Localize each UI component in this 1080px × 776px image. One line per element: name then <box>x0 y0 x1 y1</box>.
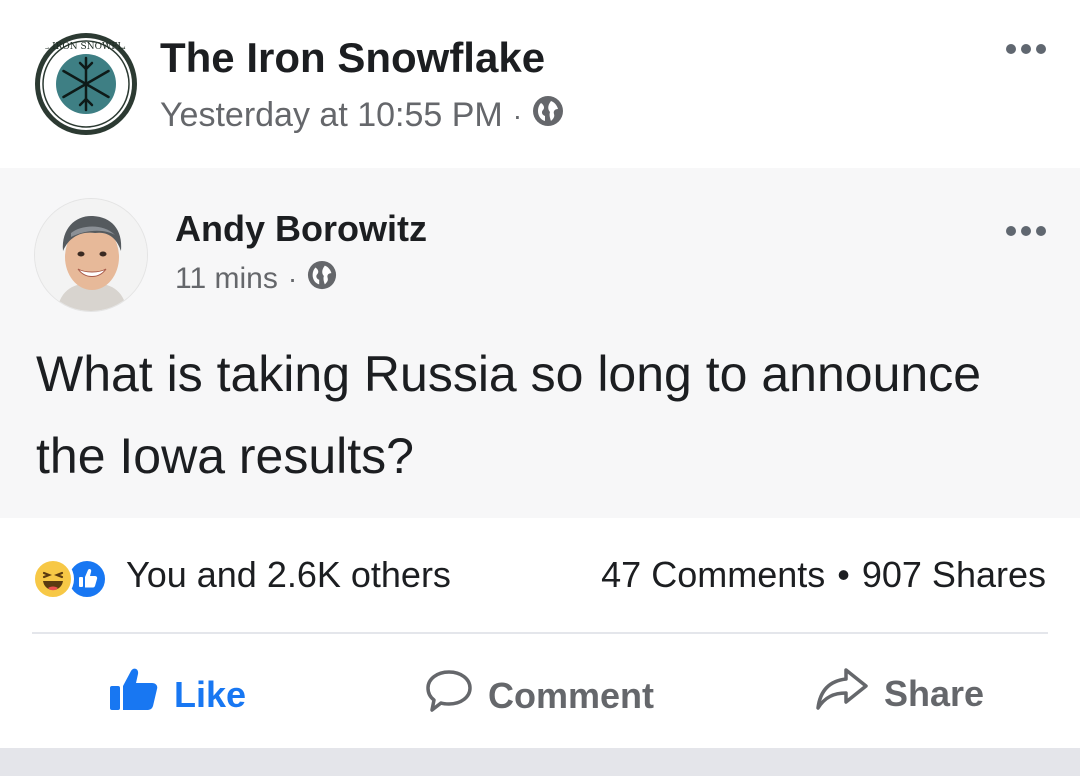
shares-count[interactable]: 907 Shares <box>862 554 1046 595</box>
share-arrow-icon <box>814 666 870 721</box>
shared-post[interactable]: Andy Borowitz 11 mins · What is taking R… <box>0 168 1080 518</box>
engagement-summary: You and 2.6K others 47 Comments • 907 Shar… <box>0 518 1080 630</box>
comment-icon <box>424 666 474 725</box>
comment-button[interactable]: Comment <box>424 666 654 725</box>
author-name[interactable]: Andy Borowitz <box>175 208 427 250</box>
page-avatar[interactable]: THE IRON SNOWFLAKE <box>32 30 140 138</box>
reaction-icons[interactable] <box>32 554 122 600</box>
globe-icon <box>307 260 337 298</box>
engagement-counts: 47 Comments • 907 Shares <box>601 554 1046 596</box>
action-bar: Like Comment Share <box>0 640 1080 746</box>
iron-snowflake-logo: THE IRON SNOWFLAKE <box>32 31 140 137</box>
comments-count[interactable]: 47 Comments <box>601 554 825 595</box>
post-more-options-icon[interactable] <box>1006 44 1046 54</box>
haha-icon <box>32 558 74 600</box>
page-name[interactable]: The Iron Snowflake <box>160 34 545 82</box>
thumbs-up-icon <box>108 666 160 723</box>
share-button[interactable]: Share <box>814 666 984 721</box>
share-label: Share <box>884 672 985 714</box>
facebook-post: THE IRON SNOWFLAKE The Iron Snowflake Ye… <box>0 0 1080 776</box>
divider <box>32 632 1048 634</box>
logo-text: THE IRON SNOWFLAKE <box>32 42 140 52</box>
like-button[interactable]: Like <box>108 666 246 723</box>
post-header: THE IRON SNOWFLAKE The Iron Snowflake Ye… <box>0 0 1080 168</box>
shared-post-text: What is taking Russia so long to announc… <box>36 346 981 484</box>
shared-post-time[interactable]: 11 mins <box>175 262 278 296</box>
author-photo <box>35 199 147 311</box>
author-avatar[interactable] <box>34 198 148 312</box>
meta-separator: · <box>287 263 298 294</box>
reaction-summary[interactable]: You and 2.6K others <box>126 554 451 596</box>
globe-icon <box>532 95 564 136</box>
counts-separator: • <box>837 554 850 595</box>
like-label: Like <box>174 673 247 715</box>
feed-separator <box>0 748 1080 776</box>
shared-post-meta: 11 mins · <box>175 260 337 298</box>
post-meta: Yesterday at 10:55 PM · <box>160 95 564 136</box>
comment-label: Comment <box>488 674 655 716</box>
meta-separator: · <box>512 99 523 131</box>
shared-post-more-options-icon[interactable] <box>1006 226 1046 236</box>
post-timestamp[interactable]: Yesterday at 10:55 PM <box>160 96 503 135</box>
